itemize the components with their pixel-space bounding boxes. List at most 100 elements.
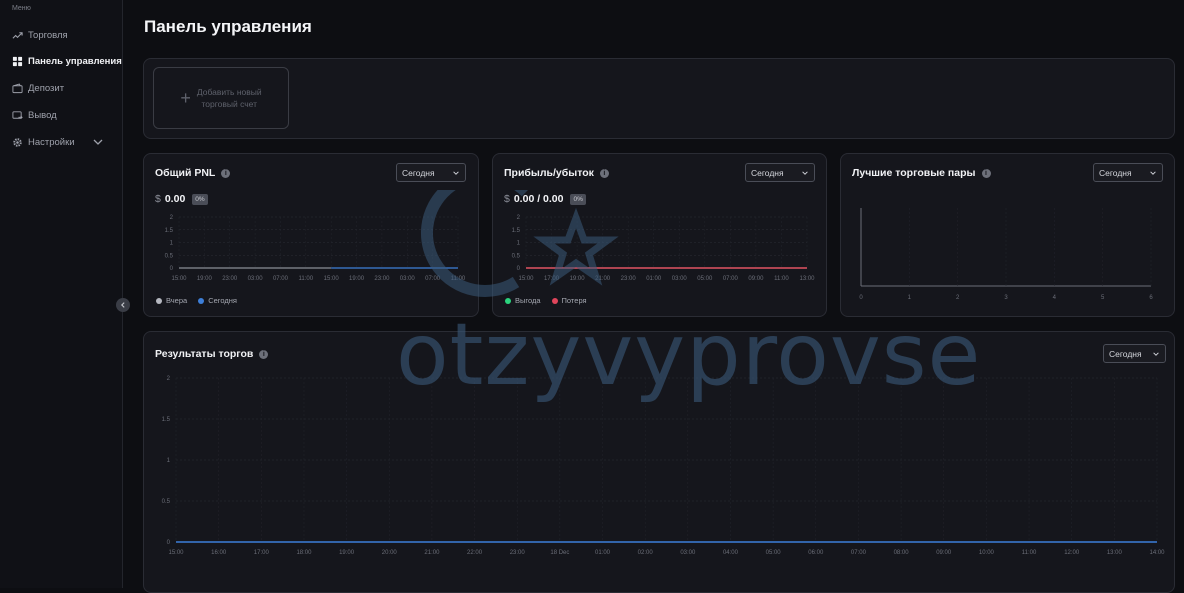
x-tick-label: 06:00: [808, 550, 824, 556]
x-tick-label: 13:00: [799, 276, 815, 282]
plus-icon: +: [180, 88, 191, 108]
dashboard-grid-icon: [12, 56, 23, 66]
add-account-label: Добавить новый торговый счет: [196, 87, 262, 109]
trade-results-chart: 2 1.5 1 0.5 0 15:00 16:00 17:00 18:00 19:00 20:00 2…: [162, 376, 1166, 556]
x-tick-label: 19:00: [339, 550, 355, 556]
page-title: Панель управления: [144, 17, 312, 36]
profit-legend: Выгода Потеря: [505, 296, 587, 305]
profit-period-select[interactable]: Сегодня: [745, 163, 815, 182]
x-tick-label: 11:00: [1022, 550, 1037, 556]
sidebar-item-deposit[interactable]: Депозит: [12, 79, 64, 97]
chevron-down-icon: [1153, 351, 1159, 356]
x-tick-label: 13:00: [1107, 550, 1123, 556]
x-tick-label: 18 Dec: [550, 550, 569, 556]
x-tick-label: 17:00: [254, 550, 270, 556]
y-tick-label: 0: [517, 266, 521, 272]
legend-today[interactable]: Сегодня: [198, 296, 237, 305]
sidebar-item-label: Настройки: [28, 136, 75, 148]
pnl-legend: Вчера Сегодня: [156, 296, 237, 305]
x-tick-label: 6: [1149, 295, 1153, 301]
info-icon[interactable]: i: [221, 168, 231, 178]
y-tick-label: 1: [167, 458, 171, 464]
pnl-title: Общий PNL i: [155, 167, 231, 179]
info-icon[interactable]: i: [981, 168, 991, 178]
sidebar-item-label: Торговля: [28, 29, 68, 41]
x-tick-label: 09:00: [748, 276, 764, 282]
sidebar-collapse-button[interactable]: [116, 298, 130, 312]
sidebar: Меню Торговля Панель управления Депозит …: [0, 0, 123, 588]
menu-label: Меню: [12, 5, 31, 12]
x-tick-label: 10:00: [979, 550, 995, 556]
chevron-down-icon: [453, 170, 459, 175]
x-tick-label: 18:00: [296, 550, 312, 556]
gear-icon: [13, 137, 22, 147]
pnl-card: Общий PNL i Сегодня $ 0.00 0% 2 1.5 1 0.5 0 1…: [143, 153, 479, 317]
top-pairs-title: Лучшие торговые пары i: [852, 167, 991, 179]
x-tick-label: 04:00: [723, 550, 739, 556]
x-tick-label: 15:00: [171, 276, 187, 282]
y-tick-label: 2: [167, 376, 171, 382]
x-tick-label: 23:00: [510, 550, 526, 556]
withdraw-icon: [12, 110, 23, 119]
wallet-icon: [12, 83, 23, 93]
chevron-down-icon: [1150, 170, 1156, 175]
sidebar-item-trading[interactable]: Торговля: [12, 26, 68, 44]
results-period-select[interactable]: Сегодня: [1103, 344, 1166, 363]
x-tick-label: 19:00: [570, 276, 586, 282]
legend-gain[interactable]: Выгода: [505, 296, 541, 305]
x-tick-label: 02:00: [638, 550, 654, 556]
sidebar-item-dashboard[interactable]: Панель управления: [12, 52, 122, 70]
x-tick-label: 5: [1101, 295, 1105, 301]
sidebar-item-label: Панель управления: [28, 55, 122, 67]
x-tick-label: 07:00: [425, 276, 441, 282]
pnl-value: $ 0.00 0%: [155, 193, 208, 205]
x-tick-label: 17:00: [544, 276, 560, 282]
x-tick-label: 23:00: [621, 276, 637, 282]
y-tick-label: 1: [170, 241, 174, 247]
x-tick-label: 05:00: [766, 550, 782, 556]
sidebar-item-settings[interactable]: Настройки: [12, 133, 104, 151]
x-tick-label: 11:00: [299, 276, 314, 282]
pairs-period-select[interactable]: Сегодня: [1093, 163, 1163, 182]
x-tick-label: 15:00: [518, 276, 534, 282]
chevron-left-icon: [121, 302, 125, 308]
sidebar-item-withdraw[interactable]: Вывод: [12, 106, 57, 124]
profit-loss-value: $ 0.00 / 0.00 0%: [504, 193, 586, 205]
accounts-card: + Добавить новый торговый счет: [143, 58, 1175, 139]
sidebar-item-label: Вывод: [28, 109, 57, 121]
x-tick-label: 19:00: [197, 276, 213, 282]
y-tick-label: 1.5: [162, 417, 171, 423]
x-tick-label: 0: [859, 295, 863, 301]
pnl-change-badge: 0%: [192, 193, 208, 205]
legend-yesterday[interactable]: Вчера: [156, 296, 187, 305]
x-tick-label: 12:00: [1064, 550, 1080, 556]
x-tick-label: 3: [1004, 295, 1008, 301]
x-tick-label: 01:00: [646, 276, 662, 282]
x-tick-label: 09:00: [936, 550, 952, 556]
legend-loss[interactable]: Потеря: [551, 296, 587, 305]
info-icon[interactable]: i: [599, 168, 609, 178]
x-tick-label: 14:00: [1149, 550, 1165, 556]
x-tick-label: 03:00: [680, 550, 696, 556]
info-icon[interactable]: i: [259, 349, 269, 359]
x-tick-label: 16:00: [211, 550, 227, 556]
x-tick-label: 19:00: [349, 276, 365, 282]
x-tick-label: 20:00: [382, 550, 398, 556]
top-pairs-chart: 0 1 2 3 4 5 6: [859, 208, 1153, 301]
chevron-down-icon: [93, 139, 103, 145]
pnl-period-select[interactable]: Сегодня: [396, 163, 466, 182]
x-tick-label: 1: [908, 295, 912, 301]
profit-change-badge: 0%: [570, 193, 586, 205]
x-tick-label: 03:00: [672, 276, 688, 282]
x-tick-label: 01:00: [595, 550, 611, 556]
x-tick-label: 21:00: [595, 276, 611, 282]
trade-results-card: Результаты торгов i Сегодня 2 1.5 1 0.5 0 15:…: [143, 331, 1175, 593]
x-tick-label: 21:00: [424, 550, 440, 556]
y-tick-label: 0.5: [162, 499, 171, 505]
x-tick-label: 07:00: [723, 276, 739, 282]
x-tick-label: 07:00: [273, 276, 289, 282]
x-tick-label: 23:00: [374, 276, 390, 282]
y-tick-label: 2: [170, 215, 174, 221]
x-tick-label: 11:00: [451, 276, 466, 282]
add-account-button[interactable]: + Добавить новый торговый счет: [153, 67, 289, 129]
